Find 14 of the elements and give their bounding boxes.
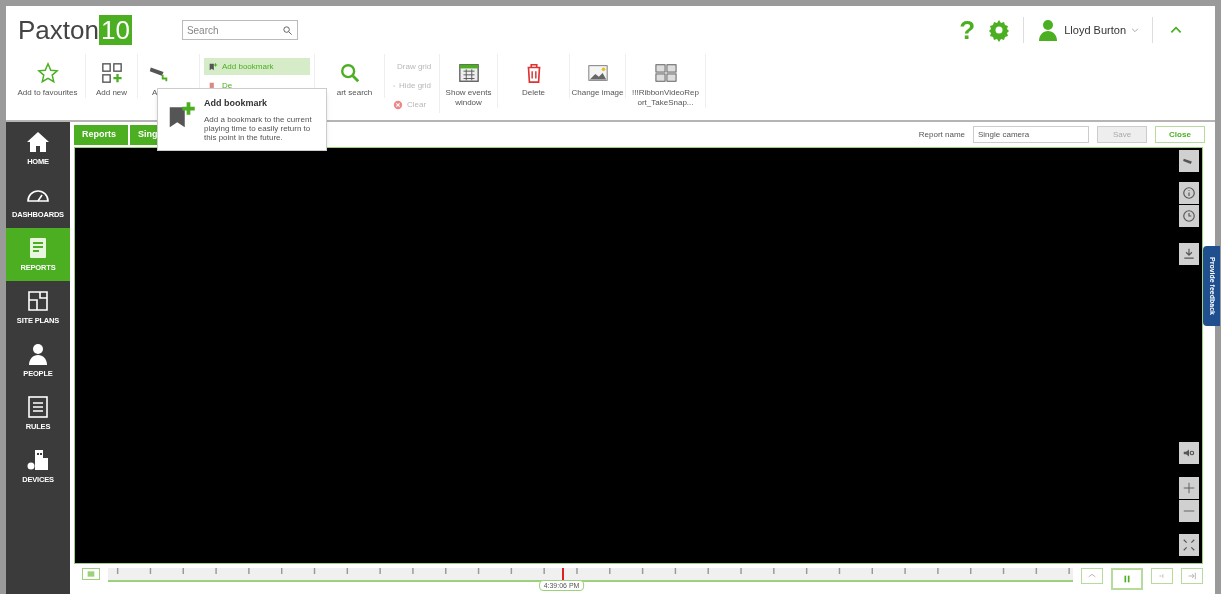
ribbon-button[interactable]: Add new: [86, 54, 138, 98]
search-field[interactable]: Search: [181, 20, 298, 40]
logo-text: Paxton: [18, 13, 99, 47]
user-menu[interactable]: Lloyd Burton: [1036, 18, 1140, 42]
field-label: Report name: [918, 128, 965, 141]
ribbon-button[interactable]: Show events window: [440, 54, 498, 108]
ribbon-button[interactable]: Change image: [570, 54, 626, 98]
ribbon-button[interactable]: Add to favourites: [10, 54, 86, 98]
logo-badge: 10: [98, 15, 132, 45]
report-name-field[interactable]: Single camera: [973, 126, 1089, 143]
tooltip-title: Add bookmark: [204, 97, 268, 110]
tooltip-text: Add a bookmark to the current playing time to easily return to this point in the future.: [204, 114, 313, 142]
ribbon-button[interactable]: Delete: [498, 54, 570, 98]
ribbon-button[interactable]: !!!RibbonVideoReport_TakeSnap...: [626, 54, 706, 108]
